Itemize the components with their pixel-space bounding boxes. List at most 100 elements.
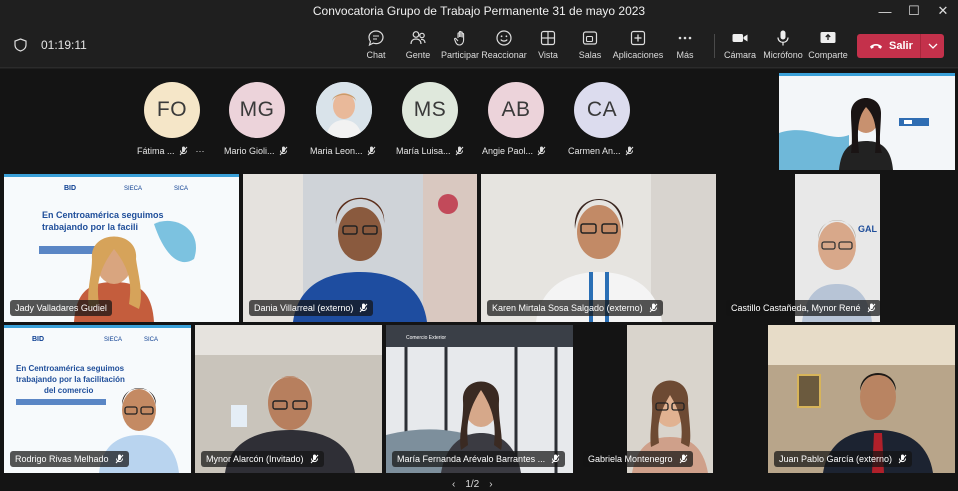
participant-tile[interactable]: Juan Pablo García (externo) (768, 325, 955, 473)
raise-hand-label: Participar (440, 50, 479, 60)
avatar-name: Mario Gioli... (224, 146, 275, 156)
participant-tile[interactable]: BID SIECA SICA En Centroamérica seguimos… (4, 325, 191, 473)
mic-off-icon (679, 454, 687, 464)
emoji-icon (496, 30, 512, 46)
view-button[interactable]: Vista (524, 29, 572, 65)
microphone-button[interactable]: Micrófono (759, 29, 807, 65)
svg-text:del comercio: del comercio (44, 386, 93, 395)
mic-off-icon (551, 454, 560, 464)
avatar-tile[interactable] (309, 82, 379, 138)
participant-tile[interactable]: Comercio Exterior María Fernanda Arévalo… (386, 325, 573, 473)
avatar-name-row: Carmen An... (568, 146, 634, 156)
leave-button[interactable]: Salir (857, 34, 944, 58)
avatar-name: Angie Paol... (482, 146, 534, 156)
apps-button[interactable]: Aplicaciones (612, 29, 664, 65)
participant-name: Juan Pablo García (externo) (779, 454, 893, 464)
svg-text:BID: BID (64, 185, 76, 192)
title-bar: Convocatoria Grupo de Trabajo Permanente… (0, 0, 958, 22)
leave-options-button[interactable] (920, 34, 944, 58)
share-label: Comparte (808, 50, 848, 60)
participant-label: Jady Valladares Gudiel (10, 300, 112, 316)
avatar-name: Maria Leon... (310, 146, 363, 156)
avatar: CA (574, 82, 630, 138)
participant-name: María Fernanda Arévalo Barrantes ... (397, 454, 546, 464)
self-video (779, 73, 955, 170)
more-options-icon[interactable]: ··· (196, 146, 205, 156)
avatar-name-row: Mario Gioli... (224, 146, 288, 156)
svg-text:trabajando por la facili: trabajando por la facili (42, 222, 138, 232)
svg-text:GAL: GAL (858, 224, 878, 234)
breakout-rooms-button[interactable]: Salas (566, 29, 614, 65)
people-button[interactable]: Gente (394, 29, 442, 65)
participant-tile[interactable]: Dania Villarreal (externo) (243, 174, 477, 322)
mic-off-icon (455, 146, 463, 156)
react-button[interactable]: Reaccionar (480, 29, 528, 65)
participant-tile[interactable]: Karen Mirtala Sosa Salgado (externo) (481, 174, 716, 322)
avatar-name: María Luisa... (396, 146, 451, 156)
chevron-down-icon (928, 43, 937, 49)
camera-icon (732, 34, 748, 42)
participant-tile[interactable]: GAL Castillo Castañeda, Mynor René (720, 174, 955, 322)
avatar-name: Fátima ... (137, 146, 175, 156)
participant-tile[interactable]: Mynor Alarcón (Invitado) (195, 325, 382, 473)
pager-next-button[interactable]: › (489, 479, 492, 490)
svg-text:SICA: SICA (174, 186, 188, 192)
react-label: Reaccionar (481, 50, 527, 60)
avatar-name-row: Maria Leon... (310, 146, 376, 156)
mic-off-icon (625, 146, 633, 156)
participant-tile[interactable]: BID SIECA SICA En Centroamérica seguimos… (4, 174, 239, 322)
apps-label: Aplicaciones (612, 50, 664, 60)
chat-button[interactable]: Chat (352, 29, 400, 65)
more-button[interactable]: Más (661, 29, 709, 65)
camera-button[interactable]: Cámara (716, 29, 764, 65)
mic-off-icon (310, 454, 318, 464)
camera-label: Cámara (723, 50, 756, 60)
shield-icon (14, 38, 27, 52)
raise-hand-button[interactable]: Participar (436, 29, 484, 65)
leave-main[interactable]: Salir (857, 34, 920, 58)
window-title: Convocatoria Grupo de Trabajo Permanente… (312, 4, 646, 18)
share-button[interactable]: Comparte (804, 29, 852, 65)
avatar-tile[interactable]: MG (222, 82, 292, 138)
more-icon (678, 36, 692, 40)
toolbar-divider (714, 34, 715, 58)
close-button[interactable]: ✕ (928, 0, 958, 22)
avatar-tile[interactable]: MS (395, 82, 465, 138)
leave-label: Salir (889, 40, 913, 52)
breakout-rooms-icon (582, 31, 598, 45)
timer-text: 01:19:11 (41, 38, 87, 52)
avatar-tile[interactable]: CA (567, 82, 637, 138)
participant-label: Dania Villarreal (externo) (249, 300, 374, 316)
grid-view-icon (540, 30, 556, 46)
avatar-tile[interactable]: AB (481, 82, 551, 138)
participant-name: Karen Mirtala Sosa Salgado (externo) (492, 303, 643, 313)
chat-label: Chat (366, 50, 386, 60)
participant-label: Castillo Castañeda, Mynor René (726, 300, 881, 316)
participant-name: Gabriela Montenegro (588, 454, 673, 464)
avatar-tile[interactable]: FO (137, 82, 207, 138)
participant-label: Mynor Alarcón (Invitado) (201, 451, 324, 467)
avatar: MG (229, 82, 285, 138)
share-icon (820, 32, 836, 43)
people-icon (410, 31, 426, 45)
raise-hand-icon (454, 30, 465, 46)
pager-prev-button[interactable]: ‹ (452, 479, 455, 490)
meeting-toolbar: 01:19:11 Chat Gente Participar Reacciona… (0, 22, 958, 68)
maximize-button[interactable]: ☐ (899, 0, 929, 22)
self-preview-tile[interactable] (779, 73, 955, 170)
participant-name: Dania Villarreal (externo) (254, 303, 354, 313)
participant-name: Mynor Alarcón (Invitado) (206, 454, 304, 464)
svg-text:SICA: SICA (144, 337, 158, 343)
participant-tile[interactable]: Gabriela Montenegro (577, 325, 764, 473)
avatar: FO (144, 82, 200, 138)
participant-name: Jady Valladares Gudiel (15, 303, 107, 313)
more-label: Más (676, 50, 694, 60)
svg-text:Comercio Exterior: Comercio Exterior (406, 335, 446, 341)
avatar: MS (402, 82, 458, 138)
avatar-name-row: María Luisa... (396, 146, 464, 156)
minimize-button[interactable]: — (870, 0, 900, 22)
person-photo-icon (316, 82, 372, 138)
svg-text:SIECA: SIECA (104, 337, 122, 343)
svg-text:En Centroamérica seguimos: En Centroamérica seguimos (16, 364, 125, 373)
mic-off-icon (649, 303, 657, 313)
